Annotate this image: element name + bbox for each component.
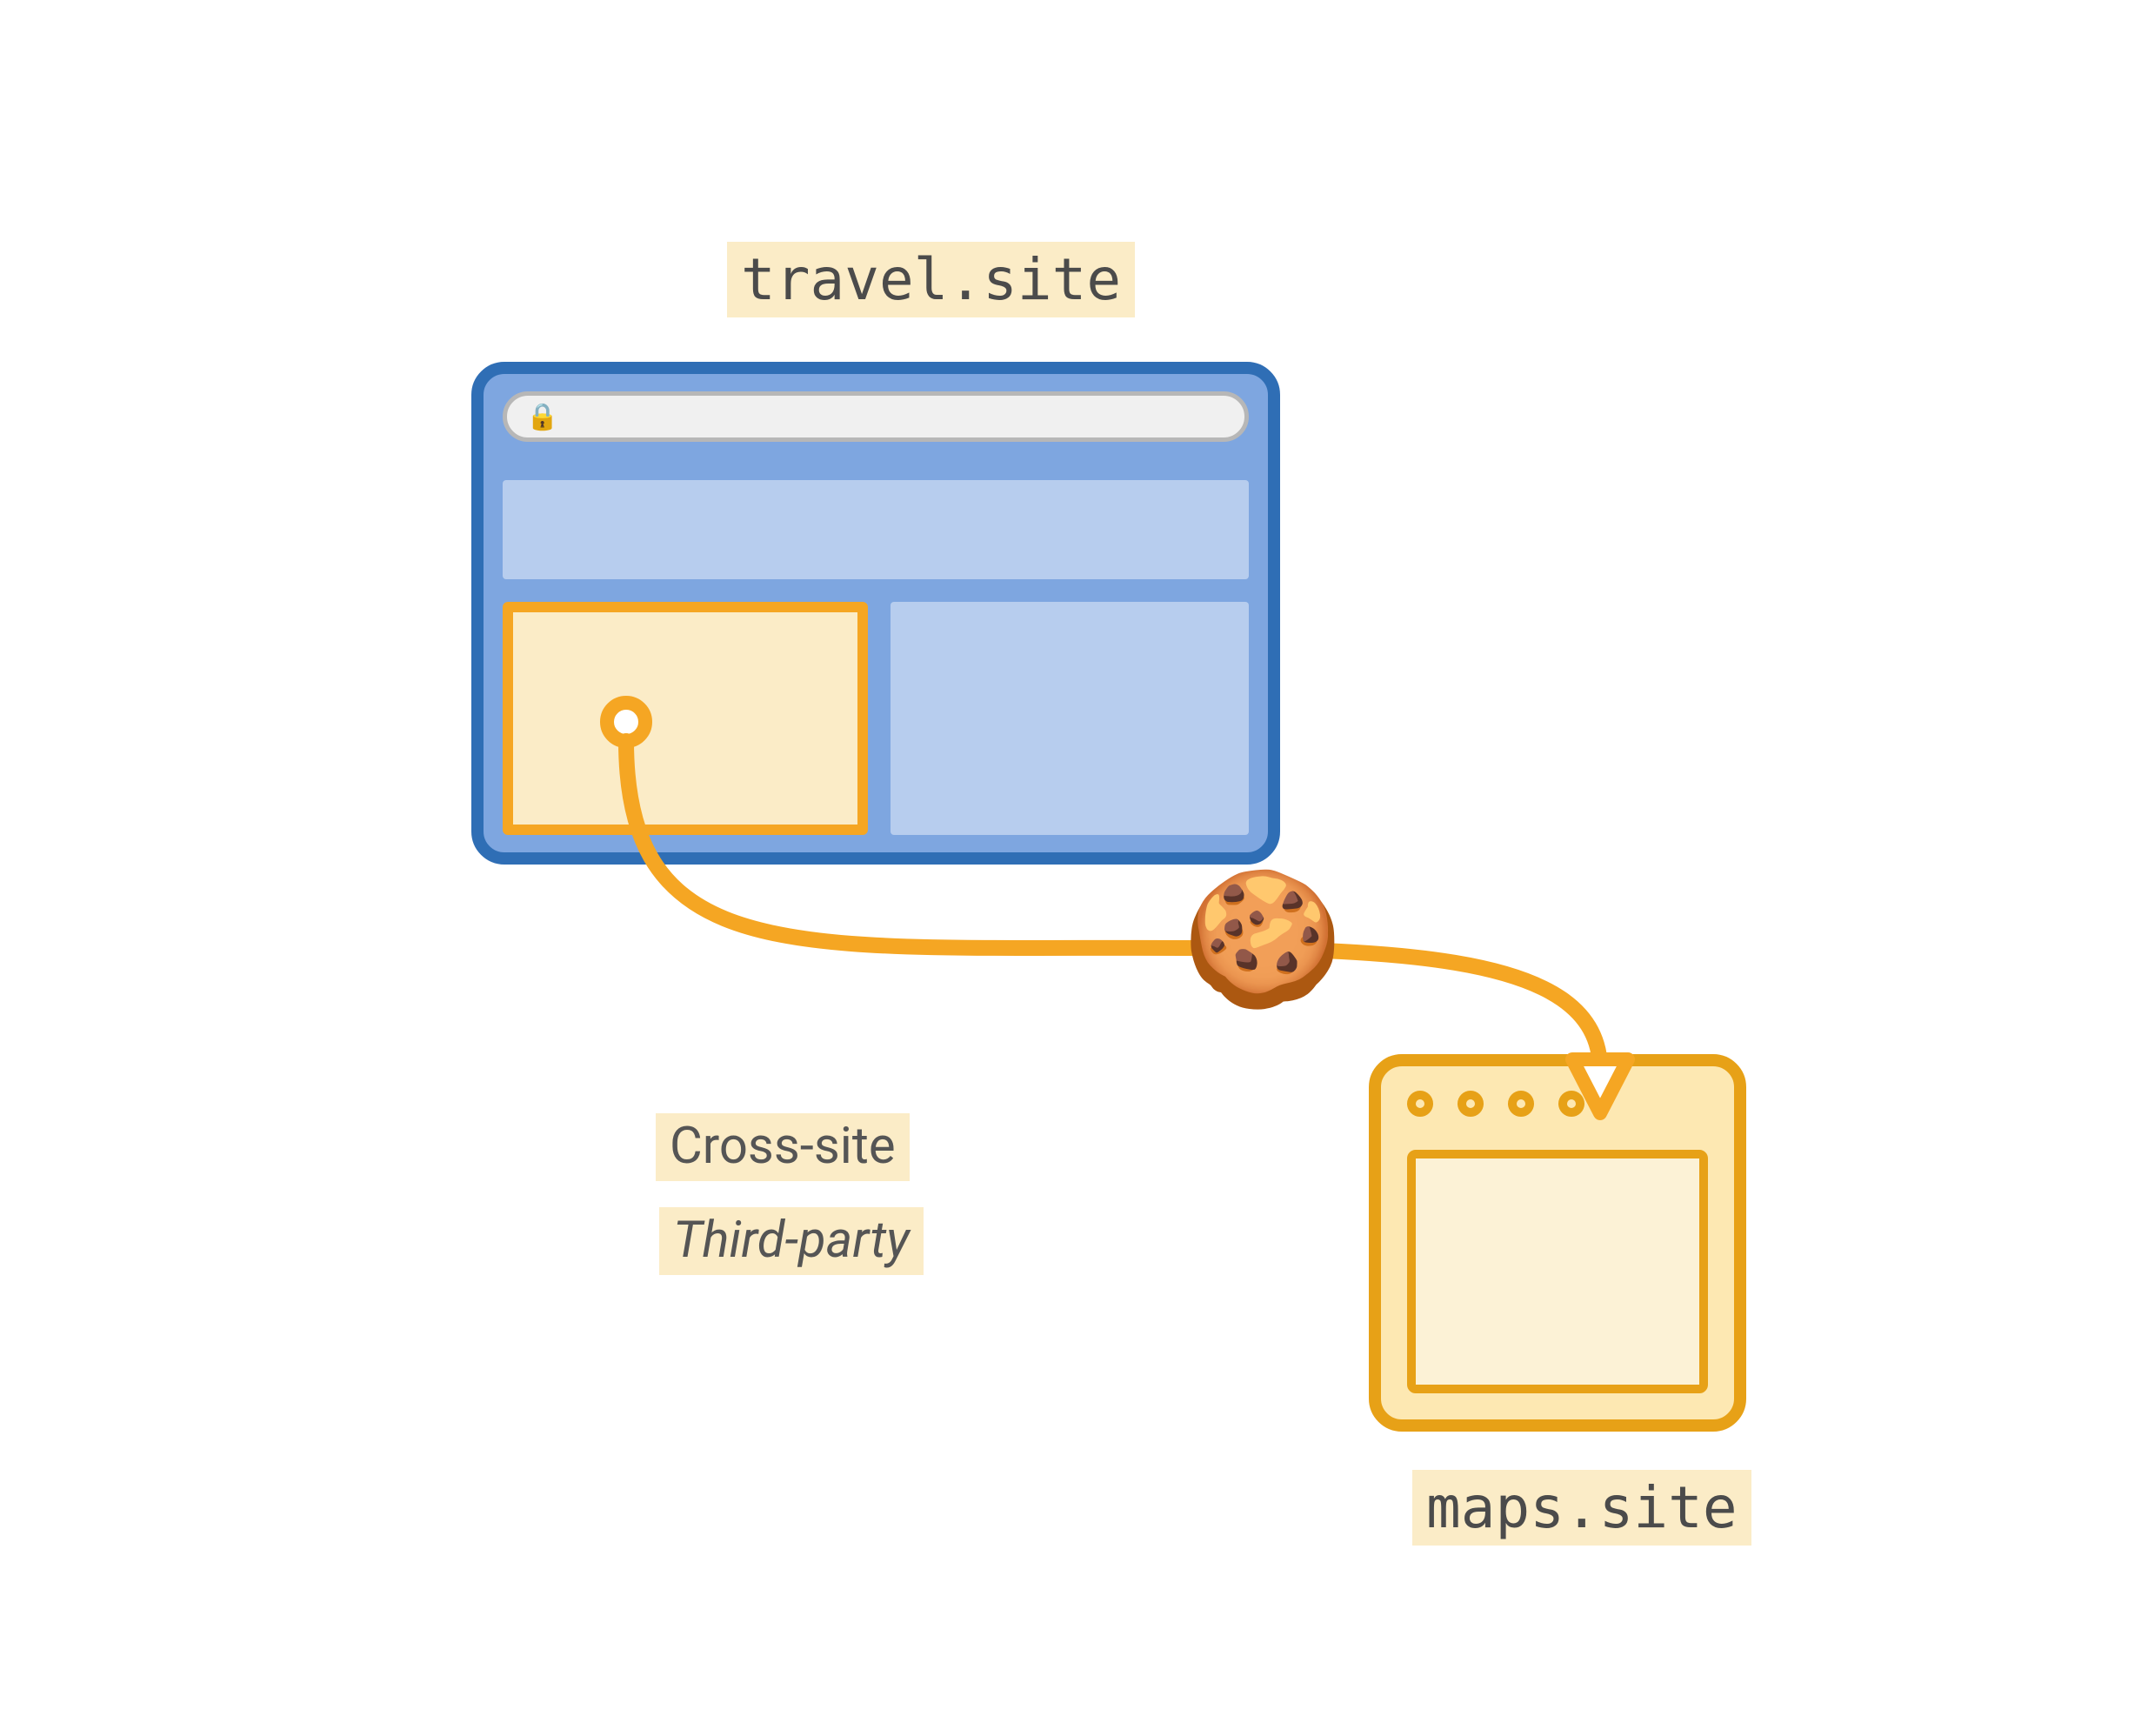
- target-site-window: [1369, 1054, 1746, 1432]
- window-dot: [1458, 1091, 1484, 1117]
- label-cross-site: Cross-site: [656, 1113, 910, 1181]
- cookie-icon: 🍪: [1182, 874, 1344, 1005]
- address-bar: 🔒: [503, 391, 1249, 442]
- embedded-iframe: [503, 602, 868, 835]
- browser-side-panel: [891, 602, 1249, 835]
- window-dots: [1407, 1091, 1584, 1117]
- browser-header-panel: [503, 480, 1249, 579]
- window-dot: [1407, 1091, 1433, 1117]
- browser-window: 🔒: [471, 362, 1280, 865]
- window-dot: [1558, 1091, 1584, 1117]
- lock-icon: 🔒: [526, 402, 558, 432]
- target-content-area: [1407, 1150, 1708, 1393]
- label-third-party: Third-party: [659, 1207, 924, 1275]
- label-maps-site: maps.site: [1412, 1470, 1751, 1546]
- label-travel-site: travel.site: [727, 242, 1135, 317]
- window-dot: [1508, 1091, 1534, 1117]
- diagram-stage: travel.site 🔒 maps.site Cross-site Third…: [0, 0, 2148, 1736]
